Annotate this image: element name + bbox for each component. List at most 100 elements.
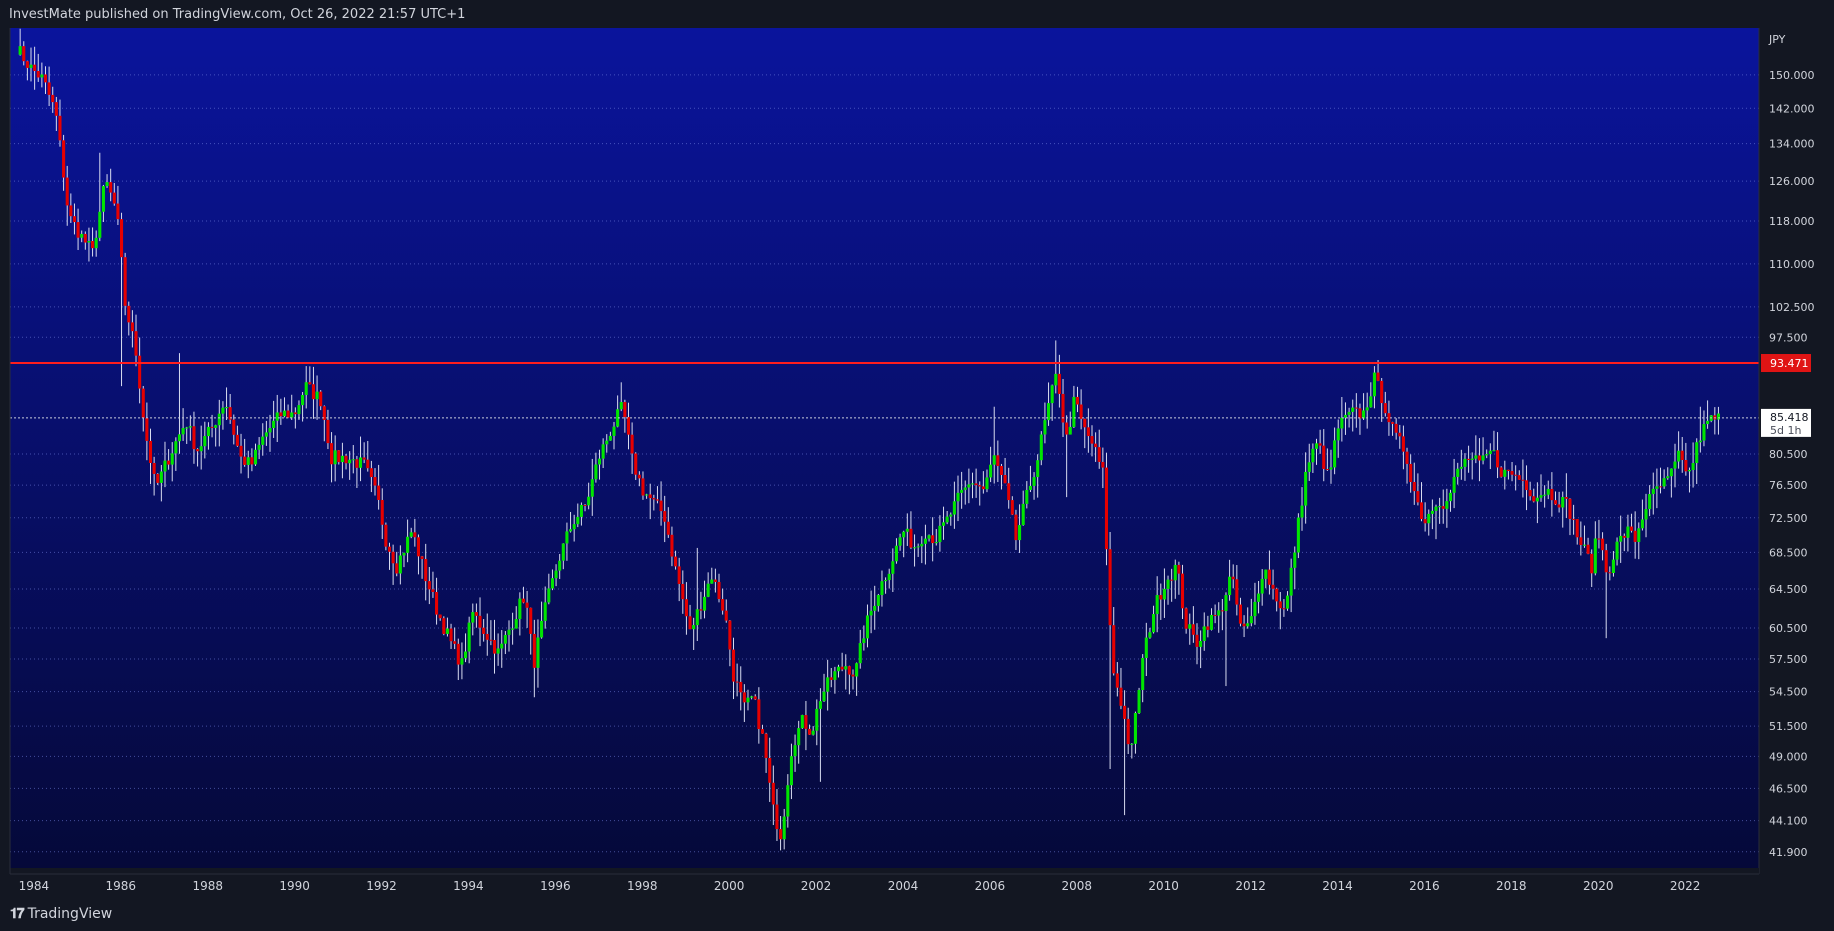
candle-body — [1347, 411, 1351, 415]
candle-body — [887, 573, 891, 581]
candle-body — [427, 581, 431, 590]
candle-body — [945, 516, 949, 523]
candle-body — [543, 602, 547, 621]
candle-body — [1184, 608, 1188, 629]
candlestick-chart[interactable]: 150.000 142.000 134.000 126.000 118.000 110.0… — [0, 28, 1834, 902]
candle-body — [1104, 467, 1109, 550]
candle-body — [996, 455, 1000, 467]
candle-body — [540, 620, 544, 638]
candle-body — [1695, 442, 1699, 464]
candle-body — [438, 614, 442, 619]
candle-body — [594, 464, 598, 480]
candle — [1296, 513, 1300, 559]
candle-body — [920, 543, 924, 547]
candle-body — [235, 434, 239, 446]
chart-area[interactable]: 150.000 142.000 134.000 126.000 118.000 110.0… — [0, 28, 1834, 902]
candle-body — [167, 460, 171, 465]
candle-body — [1673, 461, 1677, 469]
candle-body — [1086, 427, 1090, 437]
year-tick-label: 1998 — [627, 879, 658, 893]
candle-body — [424, 559, 428, 582]
price-tick-label: 142.000 — [1769, 102, 1815, 115]
candle-body — [1687, 470, 1692, 472]
candle — [1499, 466, 1503, 478]
year-tick-label: 2004 — [888, 879, 919, 893]
candle-body — [666, 521, 670, 535]
candle-body — [949, 514, 953, 517]
candle-body — [105, 182, 109, 187]
price-tick-label: 60.500 — [1769, 622, 1808, 635]
candle-body — [967, 484, 971, 488]
candle-body — [1130, 743, 1134, 745]
candle-body — [456, 643, 460, 665]
candle-body — [130, 322, 134, 332]
candle-body — [833, 671, 837, 680]
candle-body — [1010, 500, 1014, 515]
candle-body — [496, 648, 500, 654]
candle-body — [369, 468, 373, 478]
candle-body — [1572, 518, 1576, 520]
candle-body — [1640, 519, 1644, 529]
candle-body — [1637, 528, 1641, 542]
candle-body — [1039, 434, 1043, 461]
candle-body — [1217, 610, 1221, 616]
candle-body — [597, 458, 602, 465]
candle-body — [1318, 443, 1322, 446]
candle-body — [91, 241, 95, 249]
candle-body — [387, 546, 392, 552]
candle-body — [789, 756, 793, 786]
candle-body — [366, 459, 370, 469]
candle-body — [1716, 413, 1720, 420]
candle-body — [1271, 584, 1275, 589]
candle-body — [1137, 690, 1141, 714]
price-tick-label: 72.500 — [1769, 512, 1808, 525]
candle-body — [1144, 637, 1148, 658]
candle-body — [272, 420, 276, 429]
candle-body — [188, 426, 192, 428]
candle-body — [282, 410, 287, 417]
candle-body — [1209, 614, 1214, 630]
year-tick-label: 2016 — [1409, 879, 1440, 893]
candle-body — [1619, 535, 1623, 542]
candle-body — [206, 426, 210, 437]
candle-body — [587, 496, 591, 506]
candle-body — [485, 633, 489, 640]
candle-body — [634, 453, 638, 475]
candle-body — [960, 489, 964, 493]
price-tick-label: 76.500 — [1769, 479, 1808, 492]
year-tick-label: 1996 — [540, 879, 571, 893]
candle — [442, 616, 446, 636]
candle-body — [782, 816, 786, 840]
candle-body — [1405, 451, 1409, 464]
candle-body — [18, 46, 22, 55]
candle-body — [974, 483, 978, 486]
tradingview-logo[interactable]: 𝟏𝟕 TradingView — [10, 904, 112, 924]
candle-body — [992, 455, 996, 465]
candle-body — [54, 102, 58, 116]
candle-body — [1514, 474, 1518, 476]
candle-body — [1666, 476, 1670, 479]
candle-body — [652, 498, 656, 500]
candle-body — [1162, 588, 1166, 600]
candle-body — [416, 537, 421, 557]
candle-body — [829, 677, 833, 680]
candle-body — [793, 745, 797, 757]
tradingview-logo-icon: 𝟏𝟕 — [10, 906, 25, 922]
price-tick-label: 57.500 — [1769, 653, 1808, 666]
candle-body — [116, 203, 120, 220]
candle — [1137, 687, 1141, 714]
price-tick-label: 64.500 — [1769, 583, 1808, 596]
candle-body — [1068, 426, 1072, 435]
candle-body — [315, 391, 319, 400]
candle-body — [409, 532, 413, 537]
candle-body — [330, 443, 334, 465]
candle-body — [590, 479, 594, 497]
candle-body — [1568, 498, 1572, 519]
candle-body — [377, 485, 381, 500]
candle-body — [326, 419, 330, 444]
candle-body — [507, 629, 511, 635]
top-bar: InvestMate published on TradingView.com,… — [0, 0, 1834, 28]
candle — [384, 522, 388, 551]
candle-body — [1036, 460, 1040, 478]
candle-body — [1075, 396, 1080, 405]
